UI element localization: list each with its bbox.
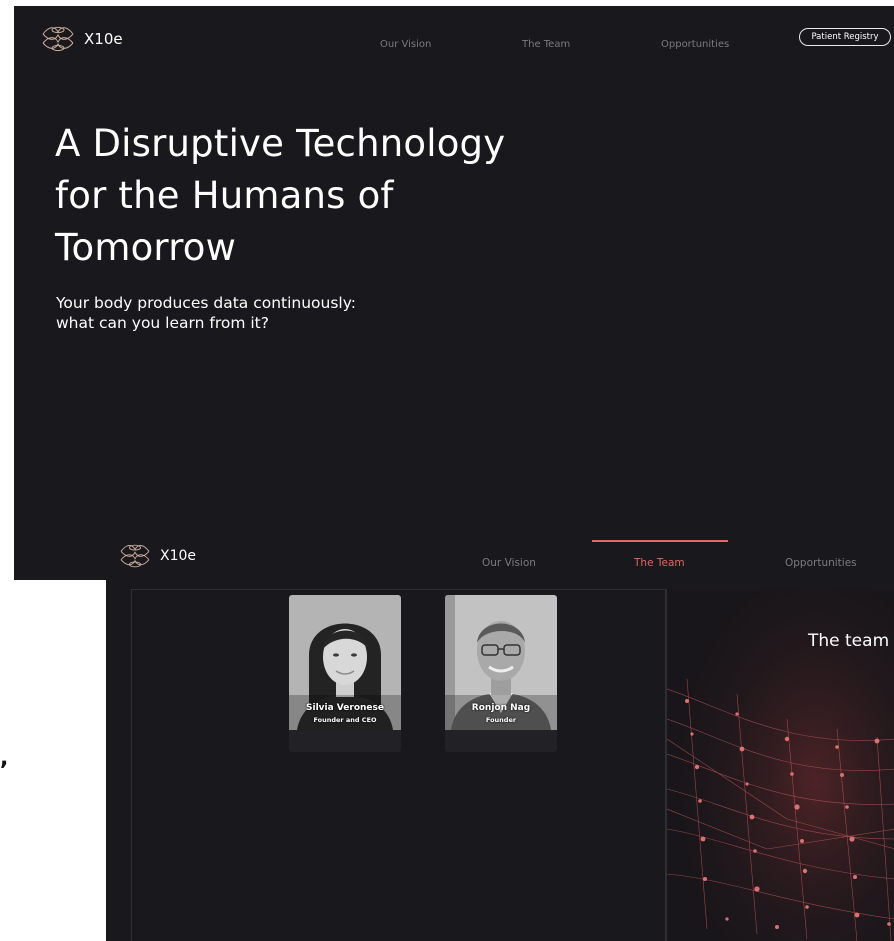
hero-title-line: A Disruptive Technology [55,122,506,165]
team-navigation: X10e Our Vision The Team Opportunities [106,528,894,589]
comma-mark: , [0,746,9,771]
hero-title: A Disruptive Technology for the Humans o… [55,118,675,274]
brand-name: X10e [160,548,197,564]
top-navigation: X10e Our Vision The Team Opportunities P… [14,6,894,76]
nav-our-vision[interactable]: Our Vision [482,557,536,569]
nav-the-team[interactable]: The Team [522,39,570,50]
brand-logo[interactable]: X10e [118,542,196,570]
team-screenshot: X10e Our Vision The Team Opportunities S… [106,528,894,941]
x10e-logo-icon [120,544,150,568]
brand-logo[interactable]: X10e [40,24,123,54]
active-tab-indicator [592,540,728,542]
member-name: Silvia Veronese [306,703,384,713]
hero-subtitle: Your body produces data continuously: wh… [56,293,476,333]
hero-title-line: for the Humans of [55,174,394,217]
nav-the-team[interactable]: The Team [634,557,685,569]
team-member-card[interactable]: Ronjon Nag Founder [445,595,557,752]
hero-subtitle-line: Your body produces data continuously: [56,294,357,312]
patient-registry-button[interactable]: Patient Registry [799,28,891,46]
member-role: Founder [485,716,517,724]
brand-name: X10e [84,30,123,48]
member-name: Ronjon Nag [471,703,531,713]
banner-title: The team [808,631,890,651]
hero-subtitle-line: what can you learn from it? [56,314,269,332]
nav-opportunities[interactable]: Opportunities [661,39,729,50]
hero-title-line: Tomorrow [55,226,237,269]
nav-our-vision[interactable]: Our Vision [380,39,431,50]
team-member-card[interactable]: Silvia Veronese Founder and CEO [289,595,401,752]
team-banner: The team [666,589,894,941]
nav-opportunities[interactable]: Opportunities [785,557,857,569]
member-role: Founder and CEO [313,716,377,724]
team-grid: Silvia Veronese Founder and CEO Ronjon N… [131,589,666,941]
hero-screenshot: X10e Our Vision The Team Opportunities P… [14,6,894,580]
x10e-logo-icon [42,26,74,52]
